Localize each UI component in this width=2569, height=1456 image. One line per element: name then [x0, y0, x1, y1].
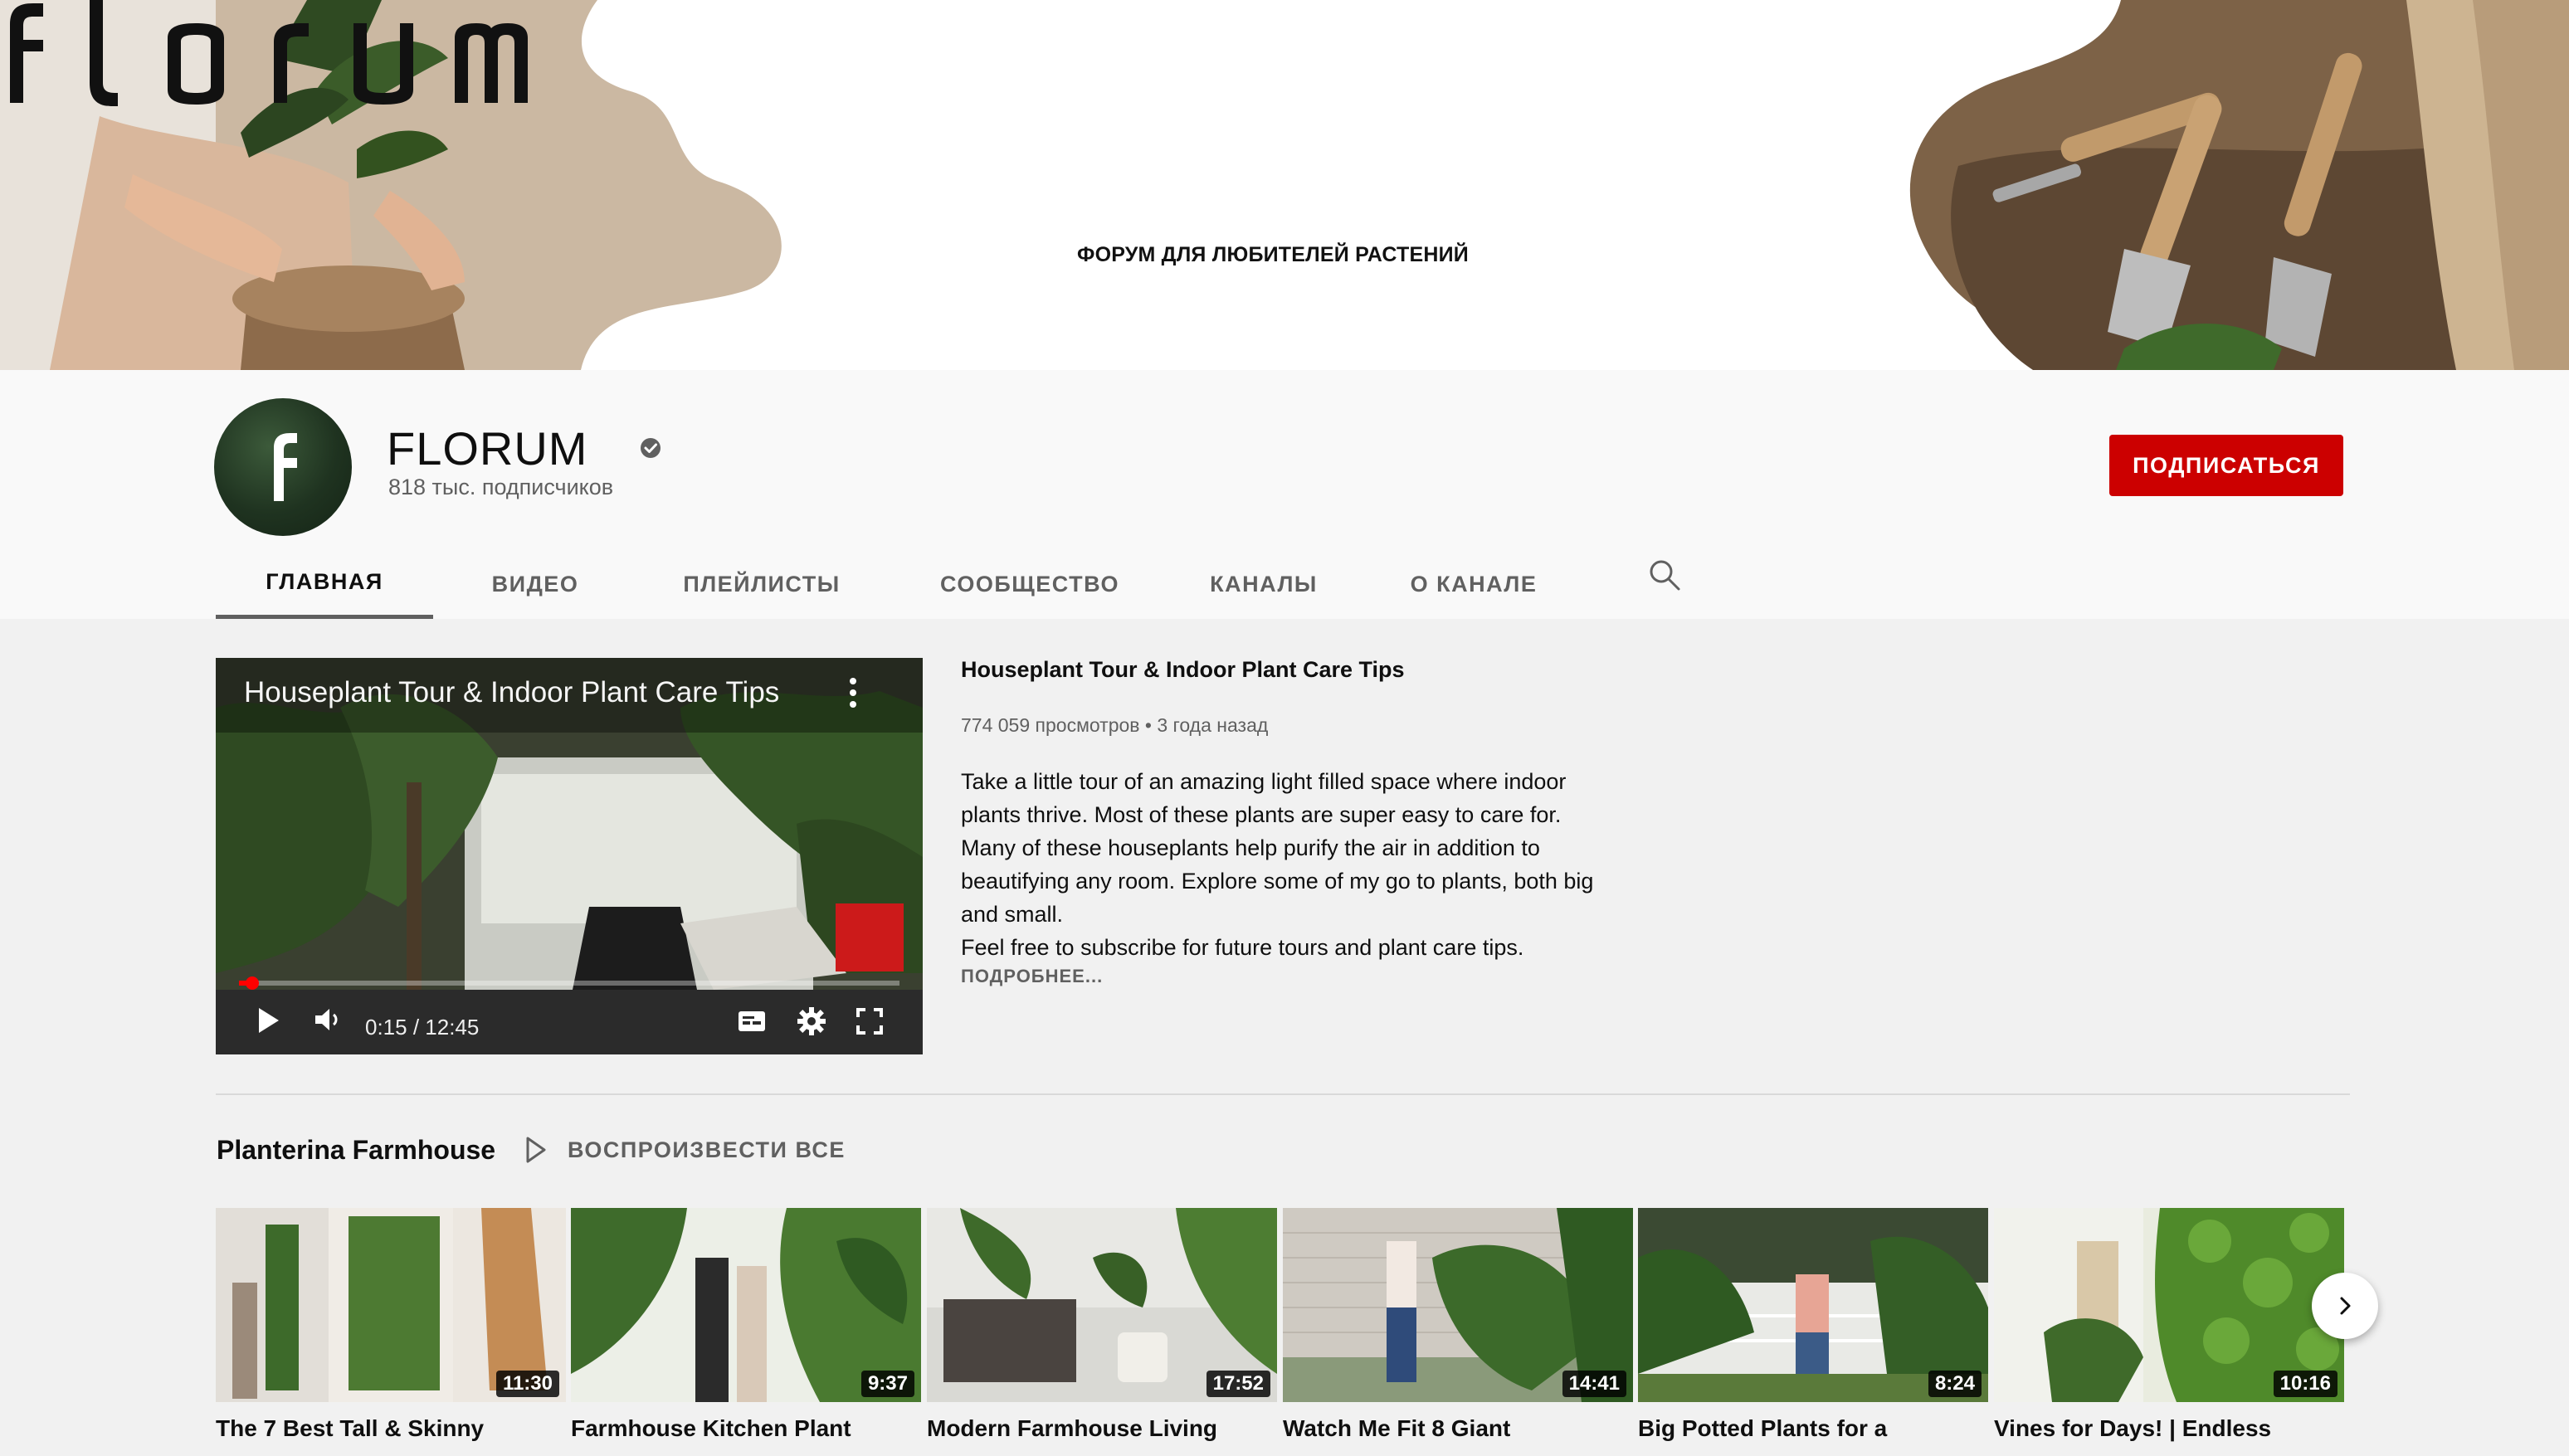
video-title[interactable]: Big Potted Plants for a	[1638, 1415, 1988, 1442]
tab-channels[interactable]: КАНАЛЫ	[1173, 549, 1354, 619]
description-line: Take a little tour of an amazing light f…	[961, 769, 1567, 794]
read-more-link[interactable]: ПОДРОБНЕЕ...	[961, 966, 1641, 987]
description-line: and small.	[961, 902, 1064, 927]
subscriber-count: 818 тыс. подписчиков	[388, 475, 614, 499]
video-duration: 9:37	[860, 1371, 914, 1397]
description-line: beautifying any room. Explore some of my…	[961, 869, 1594, 894]
play-outline-icon	[526, 1137, 546, 1163]
player-overlay-title: Houseplant Tour & Indoor Plant Care Tips	[244, 676, 780, 709]
florum-logo	[10, 0, 528, 106]
video-title[interactable]: Farmhouse Kitchen Plant	[571, 1415, 921, 1442]
volume-icon[interactable]	[314, 1006, 344, 1033]
video-duration: 14:41	[1562, 1371, 1626, 1397]
video-title[interactable]: Modern Farmhouse Living	[927, 1415, 1277, 1442]
search-icon[interactable]	[1647, 558, 1682, 592]
video-frame	[216, 658, 923, 1054]
channel-avatar[interactable]	[214, 398, 352, 536]
video-thumbnail[interactable]: 10:16	[1994, 1208, 2344, 1402]
video-duration: 17:52	[1206, 1371, 1270, 1397]
tab-about[interactable]: О КАНАЛЕ	[1354, 549, 1593, 619]
video-time: 0:15 / 12:45	[365, 1015, 480, 1040]
play-all-label: ВОСПРОИЗВЕСТИ ВСЕ	[568, 1137, 846, 1162]
featured-video-description: Take a little tour of an amazing light f…	[961, 765, 1641, 964]
featured-video-meta: 774 059 просмотров • 3 года назад	[961, 714, 1269, 736]
video-title[interactable]: Vines for Days! | Endless	[1994, 1415, 2344, 1442]
description-line: plants thrive. Most of these plants are …	[961, 802, 1562, 827]
video-title[interactable]: The 7 Best Tall & Skinny	[216, 1415, 566, 1442]
fullscreen-icon[interactable]	[856, 1008, 883, 1035]
tab-community[interactable]: СООБЩЕСТВО	[886, 549, 1173, 619]
avatar-logo-icon	[274, 433, 297, 501]
shelf-next-button[interactable]	[2312, 1273, 2378, 1339]
verified-badge-icon	[641, 438, 661, 458]
progress-bar[interactable]	[239, 976, 899, 990]
play-all-button[interactable]: ВОСПРОИЗВЕСТИ ВСЕ	[524, 1135, 846, 1165]
shelf-title[interactable]: Planterina Farmhouse	[217, 1135, 495, 1166]
video-thumbnail[interactable]: 11:30	[216, 1208, 566, 1402]
settings-gear-icon[interactable]	[797, 1006, 826, 1036]
progress-scrubber[interactable]	[246, 976, 259, 990]
video-thumbnail[interactable]: 14:41	[1283, 1208, 1633, 1402]
subscribe-button[interactable]: ПОДПИСАТЬСЯ	[2109, 435, 2343, 496]
more-options-icon[interactable]	[848, 676, 858, 709]
channel-name: FLORUM	[387, 422, 588, 475]
video-duration: 11:30	[495, 1371, 559, 1397]
video-title[interactable]: Watch Me Fit 8 Giant	[1283, 1415, 1633, 1442]
video-thumbnail[interactable]: 9:37	[571, 1208, 921, 1402]
tab-home[interactable]: ГЛАВНАЯ	[216, 549, 433, 619]
video-duration: 8:24	[1928, 1371, 1982, 1397]
banner-subtitle: ФОРУМ ДЛЯ ЛЮБИТЕЛЕЙ РАСТЕНИЙ	[1077, 243, 1469, 266]
channel-header: FLORUM 818 тыс. подписчиков ПОДПИСАТЬСЯ …	[0, 370, 2569, 619]
video-thumbnail[interactable]: 8:24	[1638, 1208, 1988, 1402]
description-line: Many of these houseplants help purify th…	[961, 835, 1540, 860]
tab-videos[interactable]: ВИДЕО	[433, 549, 637, 619]
channel-banner: ФОРУМ ДЛЯ ЛЮБИТЕЛЕЙ РАСТЕНИЙ	[0, 0, 2569, 370]
video-thumbnail[interactable]: 17:52	[927, 1208, 1277, 1402]
play-icon[interactable]	[256, 1006, 280, 1035]
featured-video-player[interactable]: Houseplant Tour & Indoor Plant Care Tips…	[216, 658, 923, 1054]
description-line: Feel free to subscribe for future tours …	[961, 935, 1524, 960]
subscribe-watermark[interactable]	[836, 903, 904, 971]
channel-tabs: ГЛАВНАЯ ВИДЕО ПЛЕЙЛИСТЫ СООБЩЕСТВО КАНАЛ…	[216, 549, 1593, 619]
video-duration: 10:16	[2273, 1371, 2337, 1397]
captions-icon[interactable]	[737, 1010, 767, 1033]
chevron-right-icon	[2340, 1297, 2351, 1315]
featured-video-info: Houseplant Tour & Indoor Plant Care Tips…	[961, 657, 1641, 987]
featured-video-title[interactable]: Houseplant Tour & Indoor Plant Care Tips	[961, 657, 1641, 683]
section-divider	[216, 1093, 2350, 1095]
tab-playlists[interactable]: ПЛЕЙЛИСТЫ	[637, 549, 886, 619]
